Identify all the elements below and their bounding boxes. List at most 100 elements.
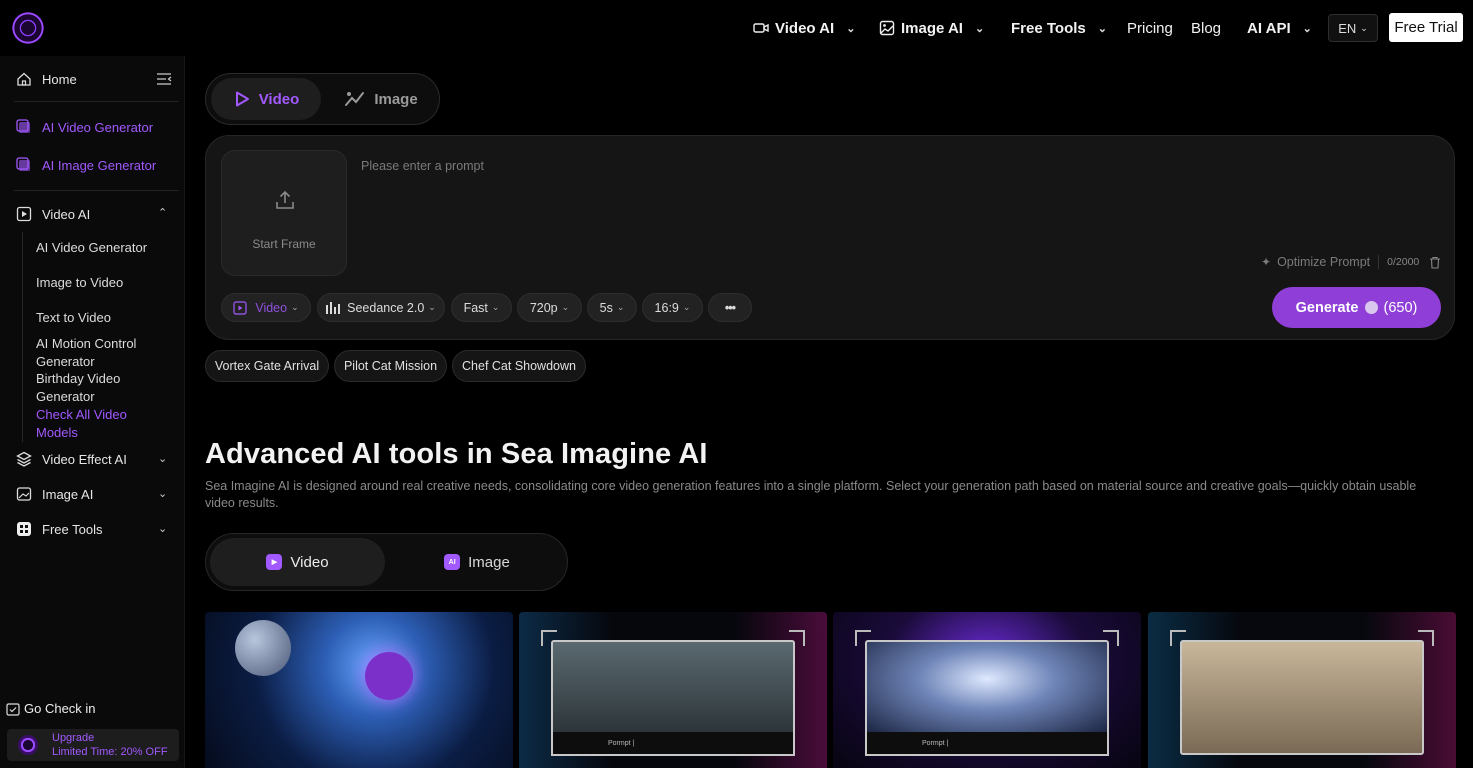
ai-badge-icon: AI [444, 554, 461, 570]
generate-button[interactable]: Generate (650) [1272, 287, 1441, 328]
sidebar-item-home[interactable]: Home [16, 71, 77, 87]
chevron-up-icon[interactable]: ⌃ [158, 206, 167, 219]
credit-coin-icon [1364, 301, 1378, 314]
go-check-in-label: Go Check in [24, 701, 96, 716]
sidebar-item-video-ai[interactable]: Video AI [16, 206, 90, 222]
tab-video[interactable]: Video [211, 78, 321, 120]
sidebar-item-ai-video-generator[interactable]: AI Video Generator [16, 119, 153, 135]
duration-value: 5s [599, 300, 613, 315]
chevron-down-icon[interactable]: ⌄ [158, 522, 167, 535]
start-frame-upload[interactable]: Start Frame [221, 150, 347, 276]
image-ai-icon [16, 487, 32, 501]
suggestion-chip[interactable]: Pilot Cat Mission [334, 350, 447, 382]
chevron-down-icon: ⌄ [1097, 22, 1107, 35]
home-icon [17, 72, 31, 86]
tool-card-vr[interactable] [205, 612, 513, 768]
language-selector[interactable]: EN ⌄ [1328, 14, 1378, 42]
ratio-value: 16:9 [654, 300, 679, 315]
sidebar-divider [14, 101, 179, 102]
preview-screen [551, 640, 795, 736]
section-title: Advanced AI tools in Sea Imagine AI [205, 438, 708, 470]
sidebar-subitem-image-to-video[interactable]: Image to Video [36, 274, 123, 292]
speed-select[interactable]: Fast ⌄ [451, 293, 512, 322]
tab-image[interactable]: Image [331, 78, 431, 120]
play-icon [235, 91, 249, 107]
sidebar-item-free-tools[interactable]: Free Tools [16, 521, 102, 537]
sidebar: Home AI Video Generator AI Image Generat… [0, 56, 185, 768]
free-tools-icon [17, 522, 31, 536]
mode-toggle: Video Image [205, 73, 440, 125]
chevron-down-icon: ⌄ [291, 302, 299, 312]
layers-icon [16, 451, 32, 467]
type-select[interactable]: Video ⌄ [221, 293, 311, 322]
chevron-down-icon[interactable]: ⌄ [158, 487, 167, 500]
sidebar-label: Video Effect AI [42, 451, 127, 467]
sidebar-item-ai-image-generator[interactable]: AI Image Generator [16, 157, 156, 173]
separator [1378, 255, 1380, 269]
prompt-bar: Pormpt | [865, 732, 1109, 756]
tool-card-image-to-video[interactable]: Pormpt | [519, 612, 827, 768]
vr-headset-image [365, 652, 413, 700]
resolution-value: 720p [529, 300, 558, 315]
generate-label: Generate [1295, 299, 1359, 316]
tools-tab-image[interactable]: AI Image [391, 538, 563, 586]
sidebar-item-video-effect-ai[interactable]: Video Effect AI [16, 451, 127, 467]
top-bar: Video AI ⌄ Image AI ⌄ Free Tools ⌄ Prici… [0, 0, 1473, 56]
go-check-in-button[interactable]: Go Check in [6, 701, 96, 716]
submenu-line [22, 232, 23, 442]
magic-wand-icon: ✦ [1261, 255, 1272, 269]
sidebar-subitem-text-to-video[interactable]: Text to Video [36, 309, 111, 327]
more-options-button[interactable]: ••• [708, 293, 752, 322]
resolution-select[interactable]: 720p ⌄ [517, 293, 582, 322]
nav-free-tools[interactable]: Free Tools ⌄ [1011, 0, 1107, 56]
tab-video-label: Video [258, 90, 300, 108]
chevron-down-icon: ⌄ [428, 302, 436, 312]
logo-icon[interactable] [12, 12, 44, 44]
credits-count: (650) [1383, 299, 1418, 316]
sidebar-item-image-ai[interactable]: Image AI [16, 486, 93, 502]
model-value: Seedance 2.0 [347, 300, 425, 315]
trash-icon[interactable] [1429, 256, 1441, 269]
nav-ai-api[interactable]: AI API ⌄ [1247, 0, 1312, 56]
nav-image-ai[interactable]: Image AI ⌄ [879, 0, 984, 56]
model-select[interactable]: Seedance 2.0 ⌄ [317, 293, 445, 322]
sidebar-label: Image AI [42, 486, 94, 502]
nav-video-ai[interactable]: Video AI ⌄ [753, 0, 855, 56]
nav-blog[interactable]: Blog [1191, 0, 1221, 56]
nav-pricing[interactable]: Pricing [1127, 0, 1173, 56]
upgrade-title: Upgrade [52, 732, 95, 744]
type-value: Video [255, 300, 288, 315]
tool-card-text-to-video[interactable]: Pormpt | [833, 612, 1141, 768]
prompt-bar: Pormpt | [551, 732, 795, 756]
suggestion-chip[interactable]: Chef Cat Showdown [452, 350, 586, 382]
chevron-down-icon[interactable]: ⌄ [158, 452, 167, 465]
collapse-sidebar-icon[interactable] [156, 72, 172, 86]
sidebar-subitem-ai-video-generator[interactable]: AI Video Generator [36, 239, 147, 257]
tool-card-motion[interactable] [1148, 612, 1456, 768]
optimize-row: ✦ Optimize Prompt 0/2000 [1261, 255, 1441, 269]
nav-pricing-label: Pricing [1127, 19, 1173, 37]
calendar-check-icon [6, 702, 20, 716]
free-trial-button[interactable]: Free Trial [1389, 13, 1463, 42]
sidebar-subitem-birthday-video[interactable]: Birthday Video Generator [36, 370, 136, 405]
suggestion-chip[interactable]: Vortex Gate Arrival [205, 350, 329, 382]
video-ai-icon [16, 206, 32, 222]
section-description: Sea Imagine AI is designed around real c… [205, 479, 1417, 510]
duration-select[interactable]: 5s ⌄ [587, 293, 637, 322]
optimize-prompt-button[interactable]: Optimize Prompt [1277, 255, 1370, 269]
prompt-composer: Start Frame Please enter a prompt ✦ Opti… [205, 135, 1455, 340]
ratio-select[interactable]: 16:9 ⌄ [642, 293, 703, 322]
chevron-down-icon: ⌄ [561, 302, 570, 312]
char-count: 0/2000 [1387, 256, 1420, 268]
upgrade-icon [18, 735, 38, 755]
bars-icon [326, 301, 341, 314]
prompt-input[interactable]: Please enter a prompt [361, 159, 484, 173]
preview-screen [1180, 640, 1424, 755]
sidebar-label: AI Image Generator [42, 157, 157, 173]
image-icon [879, 20, 895, 36]
sidebar-subitem-check-all-models[interactable]: Check All Video Models [36, 406, 136, 441]
sidebar-subitem-motion-control[interactable]: AI Motion Control Generator [36, 335, 146, 370]
tools-tab-video[interactable]: ▶ Video [210, 538, 385, 586]
upgrade-banner[interactable]: Upgrade Limited Time: 20% OFF [7, 729, 179, 761]
nav-blog-label: Blog [1191, 19, 1222, 37]
